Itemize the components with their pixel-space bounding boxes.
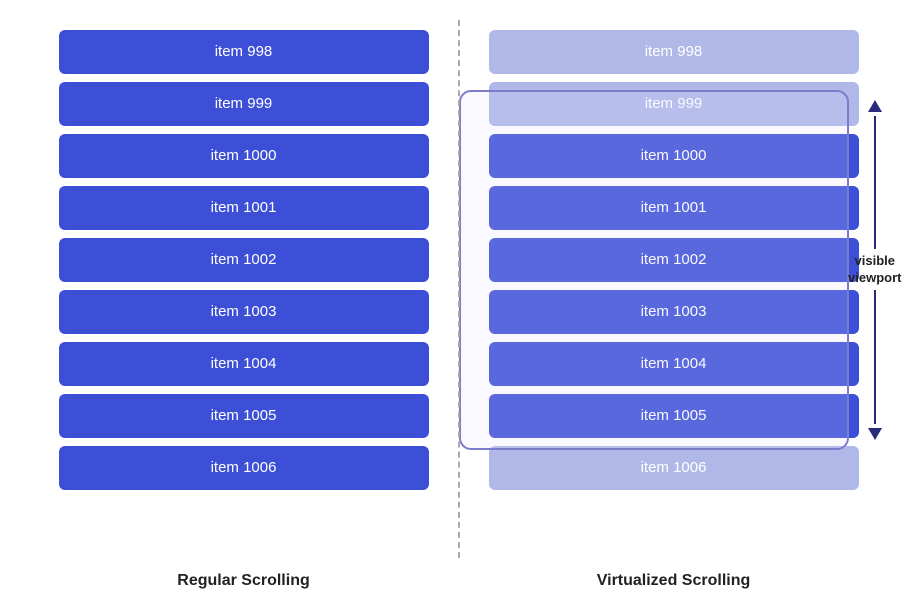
divider <box>458 20 460 558</box>
item-1001-left: item 1001 <box>59 186 429 230</box>
item-1003-left: item 1003 <box>59 290 429 334</box>
diagram: item 998 item 999 item 1000 item 1001 item 1… <box>29 20 889 590</box>
viewport-arrow: visible viewport <box>848 100 901 440</box>
item-1006-right: item 1006 <box>489 446 859 490</box>
columns-wrapper: item 998 item 999 item 1000 item 1001 item 1… <box>29 20 889 558</box>
item-1002-left: item 1002 <box>59 238 429 282</box>
left-column: item 998 item 999 item 1000 item 1001 item 1… <box>29 20 459 558</box>
item-1005-left: item 1005 <box>59 394 429 438</box>
item-998-right: item 998 <box>489 30 859 74</box>
item-1004-left: item 1004 <box>59 342 429 386</box>
viewport-box: visible viewport <box>459 90 849 450</box>
arrow-line <box>874 116 876 249</box>
arrow-line-2 <box>874 290 876 423</box>
item-1000-left: item 1000 <box>59 134 429 178</box>
arrow-head-up-icon <box>868 100 882 112</box>
left-column-label: Regular Scrolling <box>29 572 459 590</box>
viewport-label: visible viewport <box>848 253 901 287</box>
item-999-left: item 999 <box>59 82 429 126</box>
labels-row: Regular Scrolling Virtualized Scrolling <box>29 572 889 590</box>
item-1006-left: item 1006 <box>59 446 429 490</box>
item-998-left: item 998 <box>59 30 429 74</box>
right-column-label: Virtualized Scrolling <box>459 572 889 590</box>
arrow-head-down-icon <box>868 428 882 440</box>
